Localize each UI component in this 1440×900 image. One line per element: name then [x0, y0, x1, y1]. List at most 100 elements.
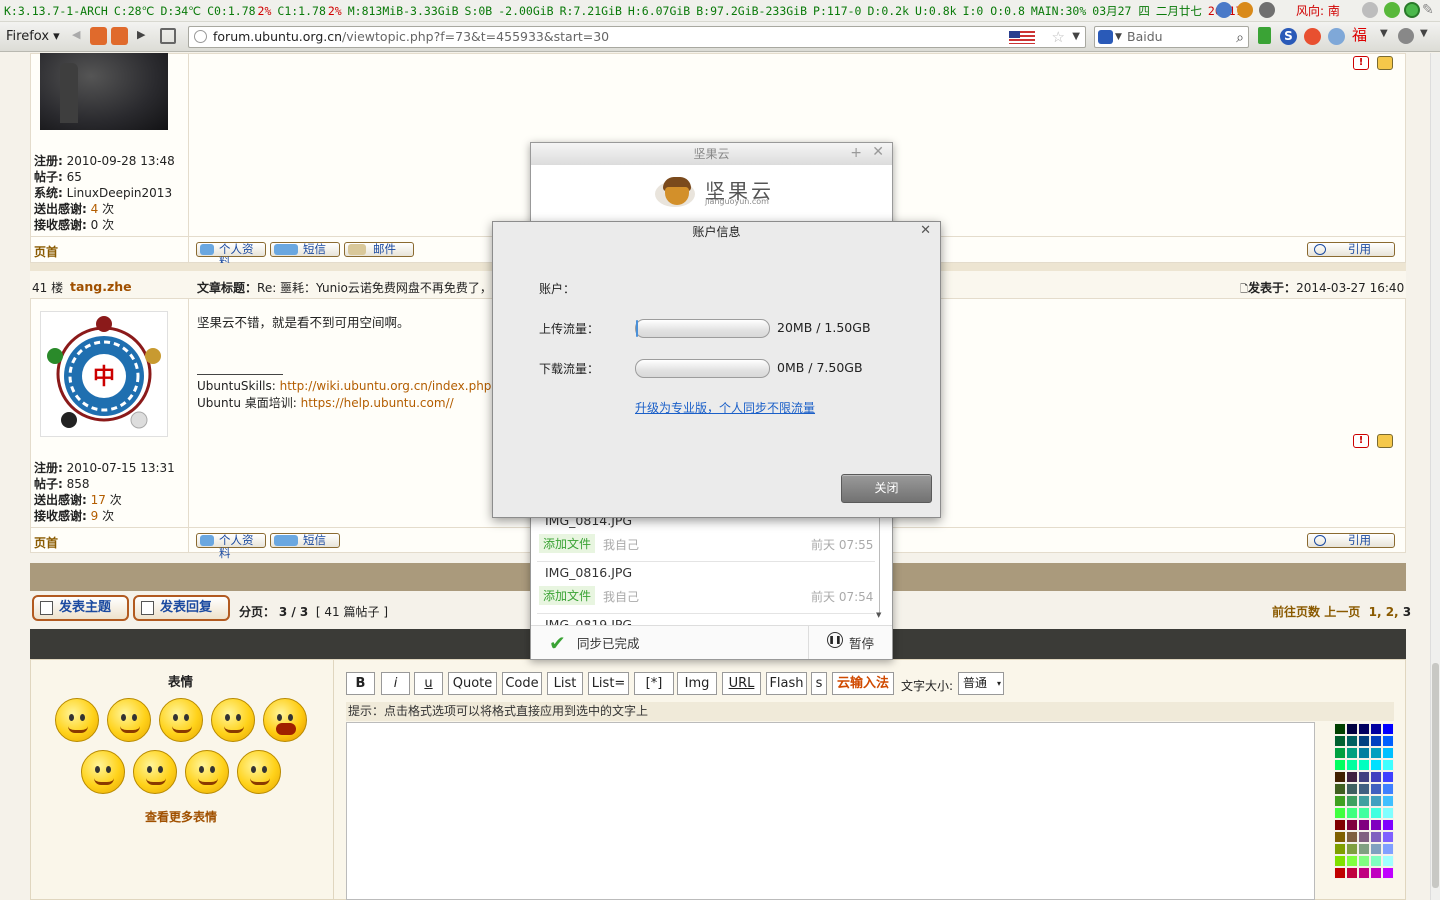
color-swatch[interactable]: [1370, 783, 1382, 795]
engine-dropdown-icon[interactable]: ▼: [1115, 27, 1122, 47]
color-swatch[interactable]: [1346, 831, 1358, 843]
color-swatch[interactable]: [1346, 771, 1358, 783]
color-swatch[interactable]: [1358, 783, 1370, 795]
close-icon[interactable]: ✕: [872, 144, 884, 160]
profile-button[interactable]: 个人资料: [196, 242, 266, 269]
color-swatch[interactable]: [1334, 747, 1346, 759]
reply-button[interactable]: 发表回复: [133, 595, 230, 621]
sig-help-link[interactable]: https://help.ubuntu.com//: [301, 396, 454, 410]
quote-button[interactable]: 引用: [1307, 533, 1395, 548]
font-size-select[interactable]: 普通 ▾: [958, 672, 1004, 695]
more-emoji-link[interactable]: 查看更多表情: [145, 808, 217, 825]
back-to-top-link[interactable]: 页首: [34, 534, 58, 551]
thanks-icon[interactable]: [1377, 56, 1393, 70]
color-swatch[interactable]: [1358, 723, 1370, 735]
page-2-link[interactable]: 2: [1386, 605, 1394, 619]
color-swatch[interactable]: [1334, 843, 1346, 855]
color-swatch[interactable]: [1370, 831, 1382, 843]
list-scrollbar[interactable]: ▼: [876, 517, 884, 621]
color-swatch[interactable]: [1382, 747, 1394, 759]
color-swatch[interactable]: [1334, 735, 1346, 747]
page-1-link[interactable]: 1: [1369, 605, 1377, 619]
color-swatch[interactable]: [1382, 867, 1394, 879]
color-swatch[interactable]: [1334, 771, 1346, 783]
addon-dropdown-icon[interactable]: ▼: [1380, 28, 1388, 39]
addon-s-icon[interactable]: S: [1280, 28, 1297, 45]
color-swatch[interactable]: [1358, 855, 1370, 867]
color-swatch[interactable]: [1346, 795, 1358, 807]
pm-button[interactable]: 短信: [270, 533, 340, 548]
color-swatch[interactable]: [1346, 747, 1358, 759]
shout-emoji[interactable]: [263, 698, 307, 742]
scrollbar-thumb[interactable]: [1432, 663, 1439, 888]
tray-acorn-icon[interactable]: [1237, 2, 1253, 18]
smile-emoji[interactable]: [55, 698, 99, 742]
color-swatch[interactable]: [1334, 759, 1346, 771]
color-swatch[interactable]: [1334, 807, 1346, 819]
url-button[interactable]: URL: [722, 672, 761, 695]
firefox-menu-button[interactable]: Firefox ▾: [6, 28, 60, 46]
pause-button[interactable]: 暂停: [849, 633, 874, 652]
color-swatch[interactable]: [1370, 843, 1382, 855]
color-swatch[interactable]: [1370, 795, 1382, 807]
color-swatch[interactable]: [1358, 843, 1370, 855]
color-swatch[interactable]: [1370, 855, 1382, 867]
quote-bbcode-button[interactable]: Quote: [448, 672, 497, 695]
laugh-emoji[interactable]: [211, 698, 255, 742]
addon-blue-icon[interactable]: [1328, 28, 1345, 45]
color-swatch[interactable]: [1334, 867, 1346, 879]
search-box[interactable]: ▼ Baidu ⌕: [1094, 26, 1249, 48]
color-swatch[interactable]: [1382, 819, 1394, 831]
color-swatch[interactable]: [1358, 867, 1370, 879]
color-swatch[interactable]: [1382, 807, 1394, 819]
email-button[interactable]: 邮件: [344, 242, 414, 257]
color-swatch[interactable]: [1334, 783, 1346, 795]
code-button[interactable]: Code: [502, 672, 542, 695]
color-swatch[interactable]: [1370, 819, 1382, 831]
color-swatch[interactable]: [1346, 807, 1358, 819]
ordered-list-button[interactable]: List=: [588, 672, 629, 695]
underline-button[interactable]: u: [414, 672, 443, 695]
tray-up-icon[interactable]: [1384, 2, 1400, 18]
color-swatch[interactable]: [1370, 867, 1382, 879]
strike-button[interactable]: s: [811, 672, 827, 695]
color-swatch[interactable]: [1358, 831, 1370, 843]
addon-red-icon[interactable]: [1304, 28, 1321, 45]
tray-cup-icon[interactable]: [1362, 2, 1378, 18]
color-swatch[interactable]: [1346, 855, 1358, 867]
forward-icon[interactable]: ▶: [137, 28, 145, 41]
prev-page-link[interactable]: 上一页: [1324, 605, 1360, 619]
addon-fu-icon[interactable]: 福: [1352, 27, 1369, 44]
sig-wiki-link[interactable]: http://wiki.ubuntu.org.cn/index.php?ti: [280, 379, 506, 393]
color-swatch[interactable]: [1382, 723, 1394, 735]
color-swatch[interactable]: [1334, 795, 1346, 807]
color-swatch[interactable]: [1334, 855, 1346, 867]
color-swatch[interactable]: [1346, 723, 1358, 735]
upgrade-link[interactable]: 升级为专业版，个人同步不限流量: [635, 399, 815, 416]
list-button[interactable]: List: [547, 672, 583, 695]
report-icon[interactable]: !: [1353, 434, 1369, 448]
tray-disk-icon[interactable]: [1259, 2, 1275, 18]
color-swatch[interactable]: [1346, 843, 1358, 855]
report-icon[interactable]: !: [1353, 56, 1369, 70]
color-swatch[interactable]: [1382, 771, 1394, 783]
italic-button[interactable]: i: [381, 672, 410, 695]
color-swatch[interactable]: [1358, 819, 1370, 831]
color-swatch[interactable]: [1358, 759, 1370, 771]
file-name[interactable]: IMG_0819.JPG: [545, 617, 745, 625]
sidebar-icon[interactable]: [160, 28, 176, 44]
color-swatch[interactable]: [1346, 735, 1358, 747]
color-swatch[interactable]: [1370, 723, 1382, 735]
url-dropdown-icon[interactable]: ▼: [1072, 27, 1080, 47]
color-swatch[interactable]: [1358, 747, 1370, 759]
color-swatch[interactable]: [1334, 723, 1346, 735]
dialog-close-icon[interactable]: ✕: [920, 223, 931, 238]
bookmark-star-icon[interactable]: ☆: [1052, 27, 1065, 47]
color-swatch[interactable]: [1382, 759, 1394, 771]
bold-button[interactable]: B: [346, 672, 375, 695]
wink-emoji[interactable]: [159, 698, 203, 742]
color-swatch[interactable]: [1358, 795, 1370, 807]
color-swatch[interactable]: [1346, 867, 1358, 879]
color-swatch[interactable]: [1382, 843, 1394, 855]
tray-app-icon[interactable]: [1216, 2, 1232, 18]
